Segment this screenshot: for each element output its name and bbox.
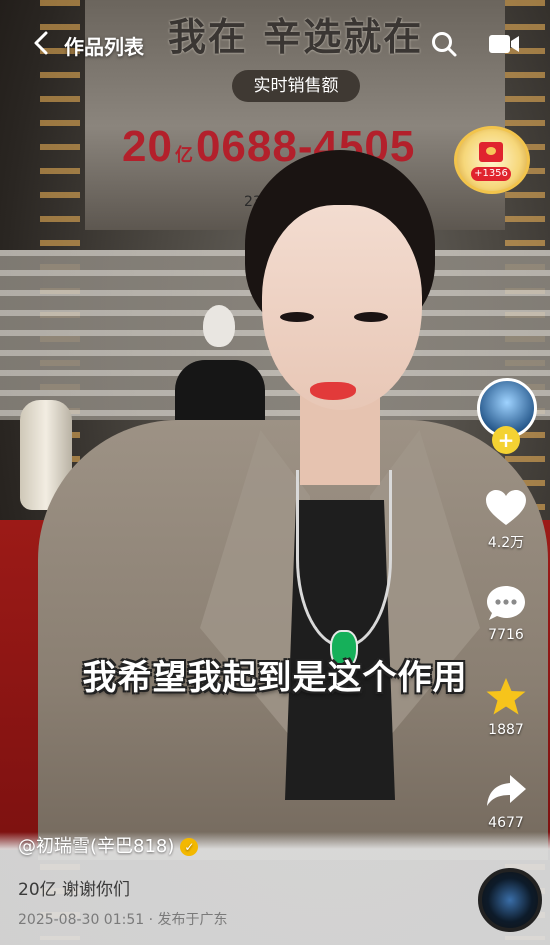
favorite-count: 1887 <box>488 722 524 738</box>
video-screen[interactable]: 我在 辛选就在 实时销售额 20 亿0688-4505 23 作品列表 +135… <box>0 0 550 945</box>
back-button[interactable] <box>30 30 52 56</box>
live-camera-button[interactable] <box>488 32 520 56</box>
action-column: + 4.2万 7716 1887 4677 <box>470 378 546 848</box>
like-button[interactable]: 4.2万 <box>470 488 542 552</box>
video-camera-icon <box>489 35 519 53</box>
top-bar: 作品列表 <box>0 0 550 90</box>
red-packet-button[interactable]: +1356 <box>454 126 530 194</box>
red-packet-badge: +1356 <box>471 167 511 181</box>
face <box>262 205 422 410</box>
plus-icon: + <box>497 428 515 452</box>
search-icon <box>432 32 457 57</box>
author-name: @初瑞雪(辛巴818) <box>18 836 175 857</box>
share-button[interactable]: 4677 <box>470 771 542 831</box>
lips <box>310 382 356 400</box>
heart-icon <box>486 490 526 525</box>
eye-left <box>280 312 314 322</box>
verified-badge-icon: ✓ <box>180 838 199 856</box>
necklace <box>296 470 392 648</box>
like-count: 4.2万 <box>487 535 525 551</box>
search-button[interactable] <box>430 30 458 58</box>
red-envelope-icon <box>479 142 503 162</box>
comment-button[interactable]: 7716 <box>470 583 542 643</box>
music-disc-button[interactable] <box>478 868 542 932</box>
post-meta: 2025-08-30 01:51 · 发布于广东 <box>18 912 228 928</box>
follow-button[interactable]: + <box>492 426 520 454</box>
share-arrow-icon <box>487 775 526 806</box>
video-subtitle: 我希望我起到是这个作用 <box>82 658 468 698</box>
share-count: 4677 <box>488 815 524 831</box>
author-name-link[interactable]: @初瑞雪(辛巴818) ✓ <box>18 832 199 858</box>
chevron-left-icon <box>34 31 48 55</box>
comment-count: 7716 <box>488 627 524 643</box>
comment-icon <box>487 586 525 620</box>
post-description: 20亿 谢谢你们 <box>18 880 131 900</box>
eye-right <box>354 312 388 322</box>
page-title[interactable]: 作品列表 <box>64 31 144 60</box>
